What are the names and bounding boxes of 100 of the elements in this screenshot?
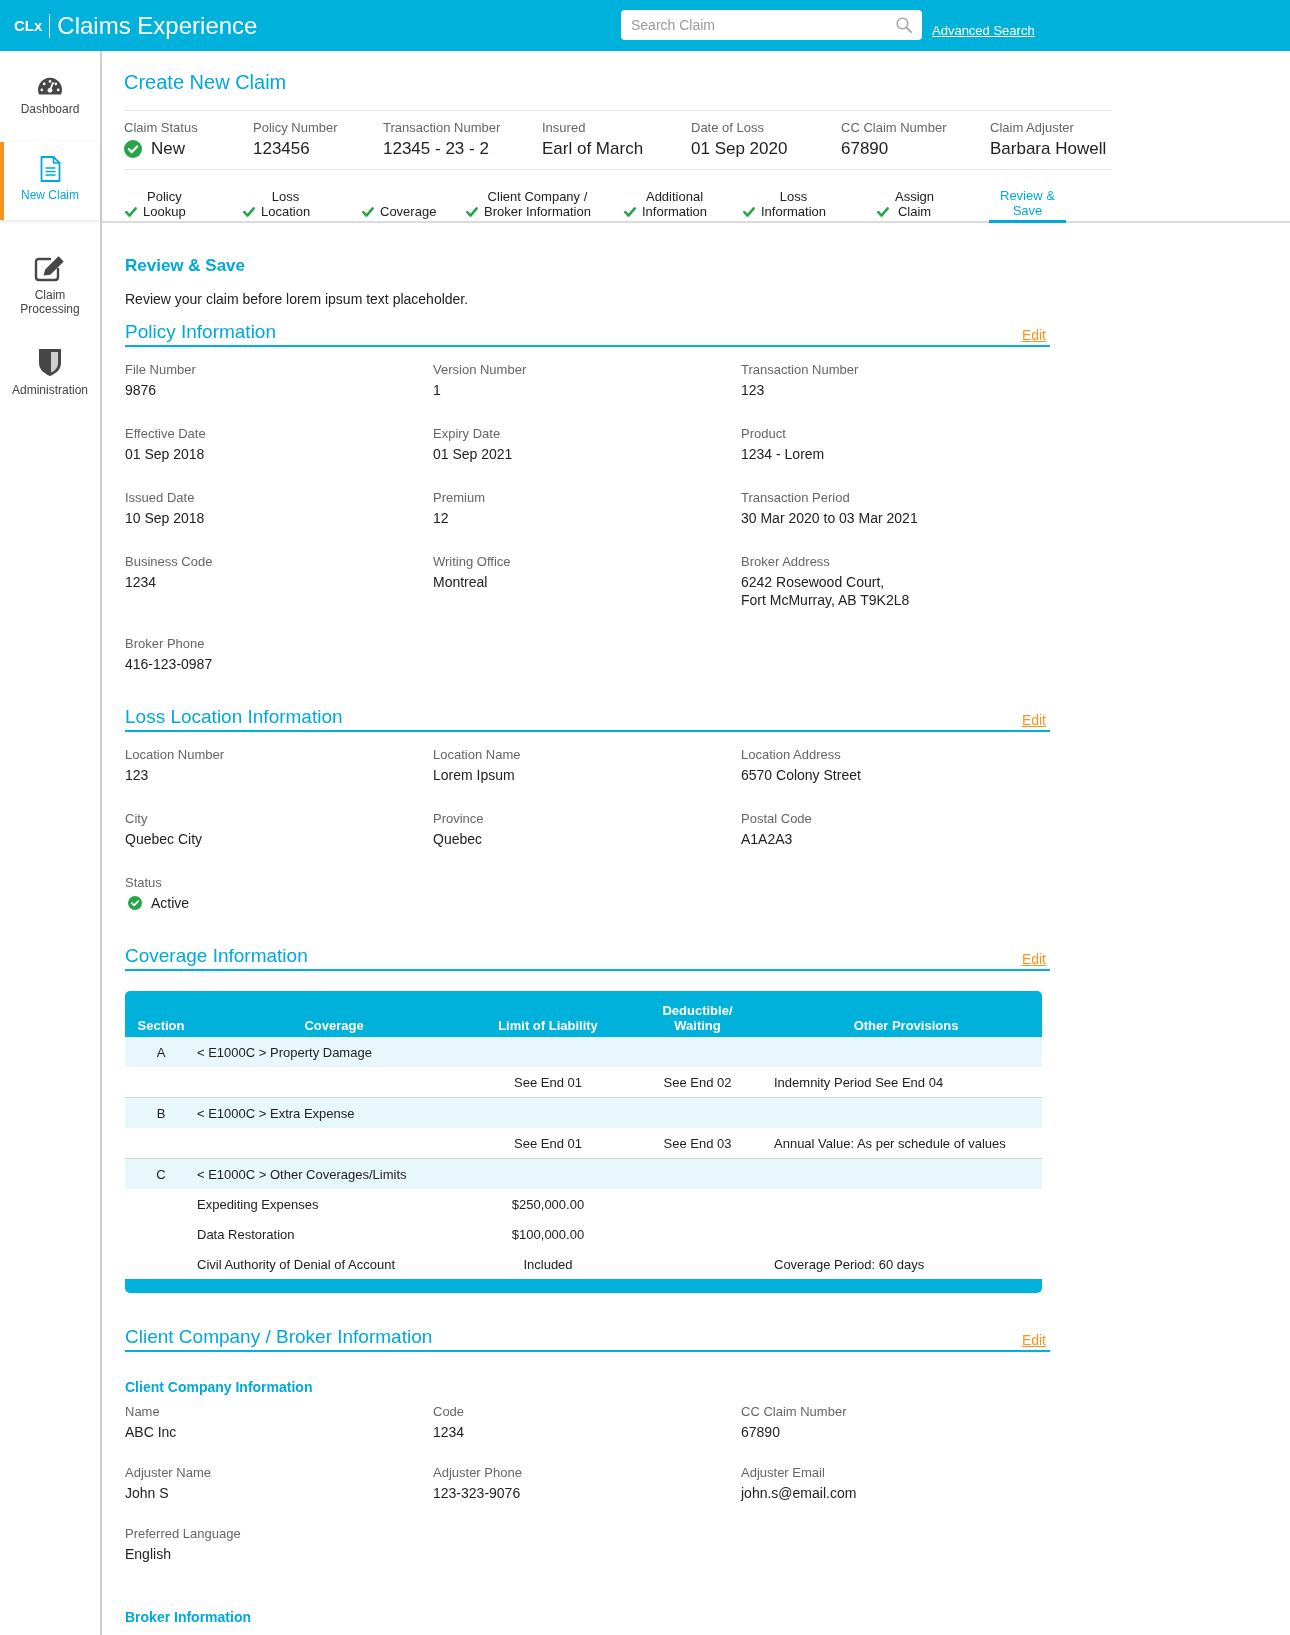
subsection-title: Broker Information	[125, 1608, 251, 1626]
check-circle-icon	[128, 896, 142, 910]
step-tab[interactable]: Assign Claim	[877, 189, 935, 221]
field-value: 1234	[433, 1423, 465, 1441]
column-header: Section	[136, 1018, 186, 1033]
table-cell-text: Expediting Expenses	[197, 1196, 320, 1212]
summary-label: Claim Status	[124, 120, 198, 136]
field-value: A1A2A3	[741, 830, 793, 848]
field-label: City	[125, 811, 148, 827]
field-label: Broker Phone	[125, 636, 205, 652]
field-value: Montreal	[433, 573, 488, 591]
field-value: 01 Sep 2018	[125, 445, 205, 463]
table-cell-text: Coverage Period: 60 days	[773, 1256, 926, 1272]
field-label: Name	[125, 1404, 160, 1420]
summary-label: Claim Adjuster	[990, 120, 1074, 136]
field-value: John S	[125, 1484, 169, 1502]
field-label: Adjuster Email	[741, 1465, 825, 1481]
column-header: Limit of Liability	[497, 1018, 599, 1033]
status-value: New	[151, 139, 185, 159]
field-label: Transaction Number	[741, 362, 859, 378]
check-circle-icon	[124, 140, 142, 158]
table-cell-text: Annual Value: As per schedule of values	[773, 1135, 1007, 1151]
search-field[interactable]: Search Claim	[621, 9, 922, 40]
field-value: 01 Sep 2021	[433, 445, 513, 463]
section-title: Client Company / Broker Information	[125, 1325, 433, 1349]
table-cell-text: Included	[522, 1256, 574, 1272]
field-value: 1234	[125, 573, 157, 591]
summary-value: 12345 - 23 - 2	[383, 139, 489, 159]
field-value: 12	[433, 509, 449, 527]
field-label: Code	[433, 1404, 465, 1420]
field-label: Status	[125, 875, 162, 891]
column-header: Other Provisions	[852, 1018, 960, 1033]
table-cell-text: $250,000.00	[510, 1196, 586, 1212]
sidebar-item[interactable]: Administration	[0, 334, 100, 415]
section-title: Coverage Information	[125, 944, 308, 968]
field-label: Province	[433, 811, 484, 827]
table-cell-text: See End 01	[513, 1135, 583, 1151]
table-cell-text: < E1000C > Extra Expense	[197, 1105, 356, 1121]
summary-value: Barbara Howell	[990, 139, 1107, 159]
shield-icon	[38, 348, 62, 377]
description-text: Review your claim before lorem ipsum text placeholder.	[125, 290, 469, 308]
summary-value: 67890	[841, 139, 889, 159]
step-tab[interactable]: Coverage	[362, 204, 437, 221]
field-label: File Number	[125, 362, 196, 378]
field-value: 123	[125, 766, 149, 784]
field-label: Premium	[433, 490, 485, 506]
summary-value: 01 Sep 2020	[691, 139, 788, 159]
table-cell-text: See End 01	[513, 1074, 583, 1090]
field-label: Business Code	[125, 554, 213, 570]
field-label: Issued Date	[125, 490, 195, 506]
section-title: Policy Information	[125, 320, 276, 344]
table-cell-text: C	[155, 1166, 167, 1182]
field-value: 1	[433, 381, 441, 399]
step-tab[interactable]: Client Company / Broker Information	[466, 189, 591, 221]
field-value: 123-323-9076	[433, 1484, 521, 1502]
summary-label: CC Claim Number	[841, 120, 947, 136]
field-value: English	[125, 1545, 171, 1563]
subsection-title: Client Company Information	[125, 1378, 313, 1396]
table-cell-text: < E1000C > Property Damage	[197, 1044, 373, 1060]
summary-value: 123456	[253, 139, 310, 159]
table-cell-text: Civil Authority of Denial of Account	[197, 1256, 396, 1272]
field-value: Quebec	[433, 830, 483, 848]
field-value: john.s@email.com	[741, 1484, 857, 1502]
column-header: Coverage	[303, 1018, 365, 1033]
step-tab[interactable]: Loss Information	[743, 189, 827, 221]
page-title: Create New Claim	[124, 70, 287, 94]
summary-value: Earl of March	[542, 139, 644, 159]
field-label: Postal Code	[741, 811, 812, 827]
logo: CLx	[14, 13, 51, 38]
pencil-square-icon	[34, 254, 66, 282]
sidebar-item[interactable]: Dashboard	[0, 63, 100, 134]
summary-label: Transaction Number	[383, 120, 501, 136]
field-value: Lorem Ipsum	[433, 766, 515, 784]
table-cell-text: See End 03	[662, 1135, 733, 1151]
app-title: Claims Experience	[57, 10, 258, 41]
field-label: Adjuster Name	[125, 1465, 211, 1481]
summary-label: Insured	[542, 120, 586, 136]
field-value: ABC Inc	[125, 1423, 177, 1441]
step-tab[interactable]: Loss Location	[243, 189, 311, 221]
step-tab[interactable]: Policy Lookup	[125, 189, 186, 221]
document-icon	[39, 156, 61, 182]
field-label: Location Number	[125, 747, 224, 763]
field-value: 67890	[741, 1423, 780, 1441]
table-cell-text: < E1000C > Other Coverages/Limits	[197, 1166, 408, 1182]
table-cell-text: Indemnity Period See End 04	[773, 1074, 945, 1090]
step-tab[interactable]: Additional Information	[624, 189, 708, 221]
table-cell-text: B	[155, 1105, 167, 1121]
field-value: 6242 Rosewood Court, Fort McMurray, AB T9K2L8	[741, 573, 910, 609]
field-label: Writing Office	[433, 554, 511, 570]
field-label: CC Claim Number	[741, 1404, 847, 1420]
section-title: Loss Location Information	[125, 705, 343, 729]
status-value: Active	[151, 894, 190, 912]
field-label: Expiry Date	[433, 426, 501, 442]
field-label: Adjuster Phone	[433, 1465, 522, 1481]
search-icon	[896, 16, 912, 33]
field-value: 416-123-0987	[125, 655, 213, 673]
field-value: 10 Sep 2018	[125, 509, 205, 527]
field-label: Location Name	[433, 747, 521, 763]
sidebar-item[interactable]: Claim Processing	[0, 240, 100, 334]
table-cell-text: A	[155, 1044, 167, 1060]
